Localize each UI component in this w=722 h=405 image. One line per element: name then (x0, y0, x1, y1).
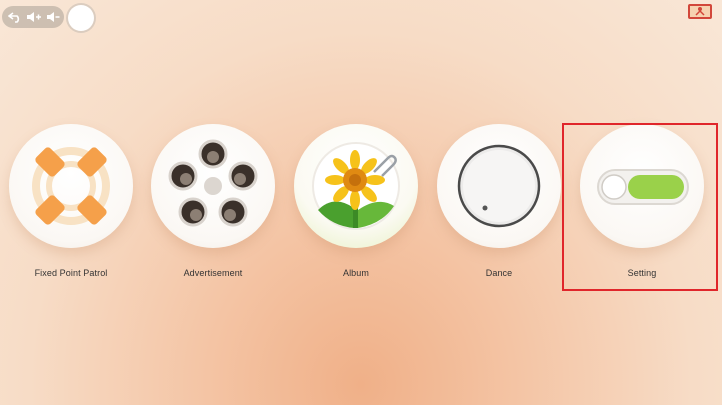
film-reel-icon (168, 139, 258, 227)
app-launcher: Fixed Point Patrol Advertisement Album D… (0, 0, 722, 405)
patrol-icon (32, 147, 110, 225)
app-album[interactable]: Album (290, 124, 420, 294)
app-advertisement[interactable]: Advertisement (147, 124, 277, 294)
app-label: Dance (485, 268, 513, 278)
app-setting[interactable]: Setting (576, 124, 706, 294)
app-label: Album (342, 268, 369, 278)
app-dance[interactable]: Dance (433, 124, 563, 294)
app-circle (437, 124, 561, 248)
dial-icon (457, 144, 541, 228)
app-label: Advertisement (183, 268, 243, 278)
app-circle (580, 124, 704, 248)
app-label: Fixed Point Patrol (34, 268, 108, 278)
sunflower-icon (312, 142, 400, 230)
toggle-switch-icon (597, 169, 689, 205)
app-label: Setting (627, 268, 657, 278)
app-circle (151, 124, 275, 248)
app-circle (294, 124, 418, 248)
app-circle (9, 124, 133, 248)
app-fixed-point-patrol[interactable]: Fixed Point Patrol (5, 124, 135, 294)
